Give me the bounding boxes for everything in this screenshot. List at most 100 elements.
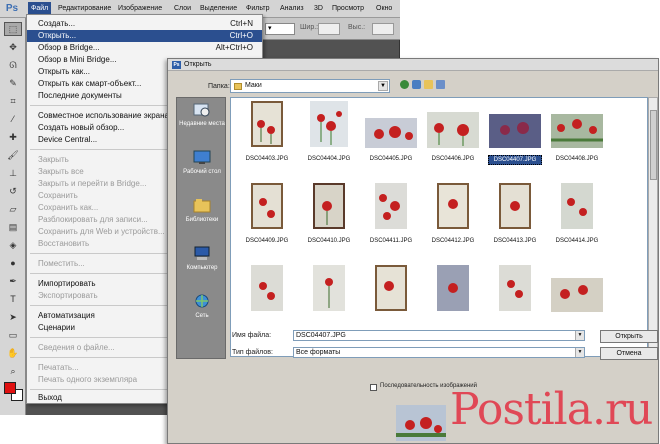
file-item[interactable]: DSC04409.JPG [237, 182, 297, 262]
place-network[interactable]: Сеть [177, 290, 227, 332]
height-input[interactable] [372, 23, 394, 35]
place-libraries[interactable]: Библиотеки [177, 194, 227, 236]
shape-tool-icon[interactable]: ▭ [4, 328, 22, 342]
filename-value: DSC04407.JPG [296, 332, 346, 339]
lasso-tool-icon[interactable]: ᘏ [4, 58, 22, 72]
file-item[interactable]: DSC04413.JPG [485, 182, 545, 262]
dialog-titlebar: Ps Открыть [168, 59, 658, 71]
file-item[interactable]: DSC04411.JPG [361, 182, 421, 262]
dodge-tool-icon[interactable]: ● [4, 256, 22, 270]
filetype-value: Все форматы [296, 349, 341, 356]
place-desktop[interactable]: Рабочий стол [177, 146, 227, 188]
path-select-tool-icon[interactable]: ➤ [4, 310, 22, 324]
height-label: Выс.: [348, 24, 366, 31]
image-sequence-checkbox[interactable] [370, 384, 377, 391]
file-thumbnail [310, 101, 348, 147]
place-label: Рабочий стол [183, 169, 221, 175]
menu-item-shortcut: Ctrl+O [229, 31, 253, 40]
file-name: DSC04406.JPG [431, 156, 475, 162]
menu-item-label: Обзор в Bridge... [38, 43, 100, 52]
file-thumbnail [375, 265, 407, 311]
menu-item-open[interactable]: Открыть... Ctrl+O [27, 30, 262, 42]
file-thumbnail [437, 265, 469, 311]
file-item[interactable]: DSC04403.JPG [237, 100, 297, 180]
hand-tool-icon[interactable]: ✋ [4, 346, 22, 360]
file-item[interactable]: DSC04407.JPG [485, 100, 545, 180]
menu-item-label: Открыть... [38, 31, 77, 40]
menu-3d[interactable]: 3D [314, 3, 323, 15]
photoshop-app-icon: Ps [172, 61, 181, 69]
file-item[interactable]: DSC04412.JPG [423, 182, 483, 262]
file-name: DSC04408.JPG [555, 156, 599, 162]
blur-tool-icon[interactable]: ◈ [4, 238, 22, 252]
filename-input[interactable]: DSC04407.JPG ▼ [293, 330, 585, 341]
file-name: DSC04409.JPG [245, 238, 289, 244]
crop-tool-icon[interactable]: ⌗ [4, 94, 22, 108]
folder-icon [234, 83, 242, 90]
chevron-down-icon[interactable]: ▼ [378, 81, 388, 91]
file-thumbnail [251, 101, 283, 147]
file-thumbnail [499, 183, 531, 229]
file-thumbnail [251, 265, 283, 311]
clone-stamp-tool-icon[interactable]: ⊥ [4, 166, 22, 180]
quick-select-tool-icon[interactable]: ✎ [4, 76, 22, 90]
marquee-tool-icon[interactable]: ⬚ [4, 22, 22, 36]
file-thumbnail [313, 265, 345, 311]
up-folder-icon[interactable] [412, 80, 421, 89]
foreground-color-swatch[interactable] [4, 382, 16, 394]
computer-icon [194, 246, 210, 260]
scrollbar-thumb[interactable] [650, 110, 657, 180]
file-name: DSC04410.JPG [307, 238, 351, 244]
eraser-tool-icon[interactable]: ▱ [4, 202, 22, 216]
filetype-label: Тип файлов: [232, 349, 273, 356]
gradient-tool-icon[interactable]: ▤ [4, 220, 22, 234]
file-item[interactable]: DSC04410.JPG [299, 182, 359, 262]
file-name: DSC04403.JPG [245, 156, 289, 162]
place-label: Недавние места [179, 121, 225, 127]
zoom-tool-icon[interactable]: ⌕ [4, 364, 22, 378]
back-icon[interactable] [400, 80, 409, 89]
folder-dropdown[interactable]: Маки ▼ [230, 79, 390, 93]
place-computer[interactable]: Компьютер [177, 242, 227, 284]
chevron-down-icon[interactable]: ▼ [575, 331, 584, 340]
file-item[interactable]: DSC04414.JPG [547, 182, 607, 262]
history-brush-tool-icon[interactable]: ↺ [4, 184, 22, 198]
cancel-button[interactable]: Отмена [600, 347, 658, 360]
file-thumbnail [551, 278, 603, 312]
menu-item-browse-bridge[interactable]: Обзор в Bridge... Alt+Ctrl+O [27, 42, 262, 54]
menu-view[interactable]: Просмотр [332, 3, 364, 15]
dialog-title: Открыть [184, 61, 212, 68]
view-menu-icon[interactable] [436, 80, 445, 89]
move-tool-icon[interactable]: ✥ [4, 40, 22, 54]
file-name: DSC04414.JPG [555, 238, 599, 244]
file-name: DSC04407.JPG [488, 155, 542, 165]
menu-item-new[interactable]: Создать... Ctrl+N [27, 18, 262, 30]
file-list: DSC04403.JPG DSC04404.JPG DSC04405.JPG D… [230, 97, 648, 357]
brush-tool-icon[interactable]: 🖌 [4, 148, 22, 162]
file-item[interactable]: DSC04406.JPG [423, 100, 483, 180]
healing-brush-tool-icon[interactable]: ✚ [4, 130, 22, 144]
file-item[interactable]: DSC04405.JPG [361, 100, 421, 180]
photoshop-logo: Ps [5, 3, 19, 14]
menu-analysis[interactable]: Анализ [280, 3, 304, 15]
open-button[interactable]: Открыть [600, 330, 658, 343]
menu-window[interactable]: Окно [376, 3, 392, 15]
chevron-down-icon[interactable]: ▼ [575, 348, 584, 357]
file-thumbnail [313, 183, 345, 229]
width-input[interactable] [318, 23, 340, 35]
file-name: DSC04411.JPG [369, 238, 413, 244]
pen-tool-icon[interactable]: ✒ [4, 274, 22, 288]
type-tool-icon[interactable]: T [4, 292, 22, 306]
folder-name: Маки [245, 82, 262, 89]
file-item[interactable]: DSC04404.JPG [299, 100, 359, 180]
place-recent[interactable]: Недавние места [177, 98, 227, 140]
file-item[interactable]: DSC04408.JPG [547, 100, 607, 180]
place-label: Сеть [195, 313, 209, 319]
style-select[interactable]: ▾ [265, 23, 295, 35]
eyedropper-tool-icon[interactable]: ⁄ [4, 112, 22, 126]
menu-item-shortcut: Ctrl+N [230, 19, 253, 28]
file-list-scrollbar[interactable] [648, 97, 658, 357]
filetype-select[interactable]: Все форматы ▼ [293, 347, 585, 358]
new-folder-icon[interactable] [424, 80, 433, 89]
file-thumbnail [489, 114, 541, 148]
